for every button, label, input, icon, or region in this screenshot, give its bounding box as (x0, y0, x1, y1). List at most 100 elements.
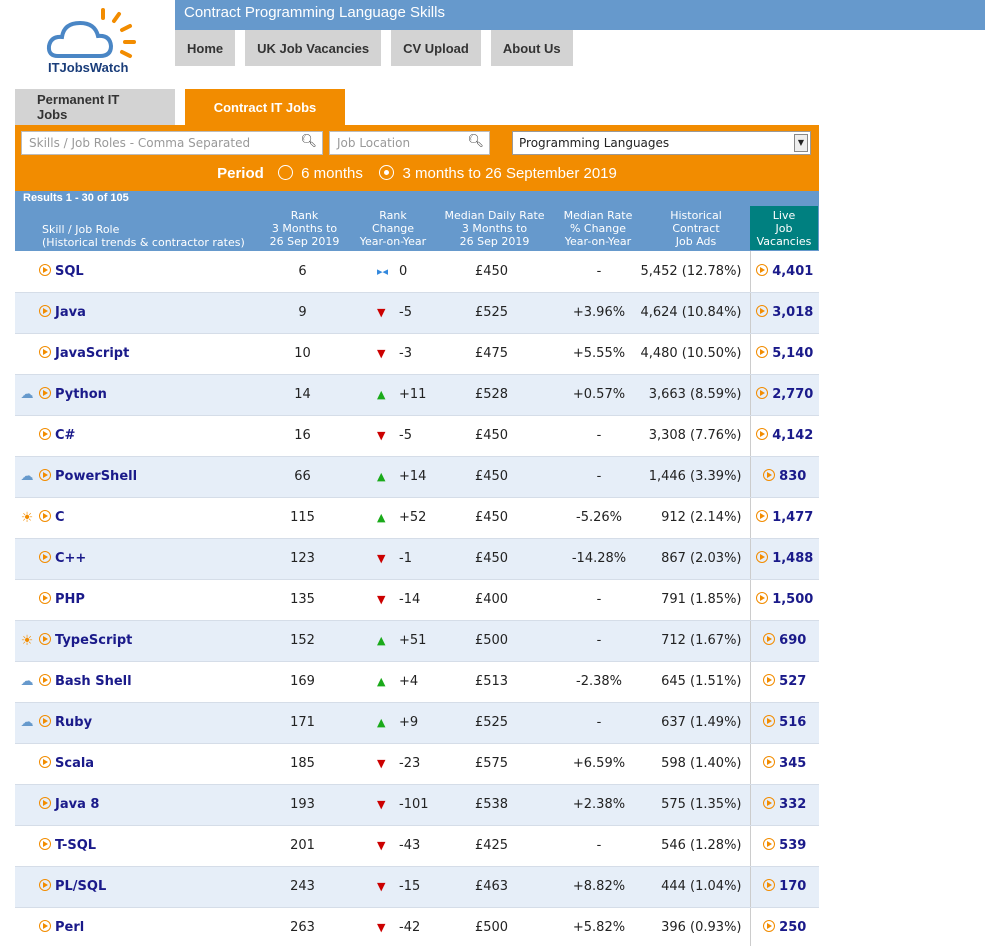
nav-home-button[interactable]: Home (175, 30, 236, 66)
period-3-months-radio[interactable] (379, 165, 395, 180)
live-vacancies-cell[interactable]: 170 (749, 866, 819, 908)
skill-cell[interactable]: SQL (39, 251, 260, 293)
col-header-median-rate[interactable]: Median Daily Rate 3 Months to 26 Sep 201… (438, 209, 551, 248)
play-icon[interactable] (39, 797, 51, 809)
skill-link[interactable]: Python (55, 387, 107, 402)
play-icon[interactable] (39, 428, 51, 440)
skill-link[interactable]: Ruby (55, 715, 92, 730)
category-select[interactable]: Programming Languages ▼ (512, 131, 811, 155)
play-icon[interactable] (756, 387, 769, 399)
live-vacancies-link[interactable]: 4,142 (772, 428, 813, 443)
play-icon[interactable] (39, 592, 51, 604)
live-vacancies-link[interactable]: 830 (779, 469, 806, 484)
skill-cell[interactable]: PHP (39, 579, 260, 621)
play-icon[interactable] (763, 879, 776, 891)
skill-link[interactable]: TypeScript (55, 633, 132, 648)
play-icon[interactable] (39, 346, 51, 358)
live-vacancies-cell[interactable]: 2,770 (749, 374, 819, 416)
live-vacancies-link[interactable]: 250 (779, 920, 806, 935)
play-icon[interactable] (763, 920, 776, 932)
skill-cell[interactable]: C (39, 497, 260, 539)
live-vacancies-link[interactable]: 170 (779, 879, 806, 894)
skill-cell[interactable]: Bash Shell (39, 661, 260, 703)
live-vacancies-link[interactable]: 332 (779, 797, 806, 812)
live-vacancies-cell[interactable]: 1,477 (749, 497, 819, 539)
live-vacancies-link[interactable]: 1,500 (772, 592, 813, 607)
play-icon[interactable] (39, 920, 51, 932)
play-icon[interactable] (39, 263, 51, 276)
skill-link[interactable]: Scala (55, 756, 94, 771)
search-icon[interactable]: 🔍︎ (467, 134, 484, 149)
skill-cell[interactable]: Ruby (39, 702, 260, 744)
play-icon[interactable] (39, 838, 51, 850)
live-vacancies-link[interactable]: 527 (779, 674, 806, 689)
live-vacancies-cell[interactable]: 830 (749, 456, 819, 498)
search-icon[interactable]: 🔍︎ (300, 134, 317, 149)
live-vacancies-cell[interactable]: 1,488 (749, 538, 819, 580)
col-header-median-change[interactable]: Median Rate % Change Year-on-Year (553, 209, 643, 248)
live-vacancies-cell[interactable]: 1,500 (749, 579, 819, 621)
play-icon[interactable] (39, 756, 51, 768)
skill-link[interactable]: SQL (55, 264, 84, 279)
skill-cell[interactable]: TypeScript (39, 620, 260, 662)
skill-link[interactable]: JavaScript (55, 346, 129, 361)
live-vacancies-link[interactable]: 345 (779, 756, 806, 771)
col-header-rank[interactable]: Rank 3 Months to 26 Sep 2019 (262, 209, 347, 248)
skill-cell[interactable]: Perl (39, 907, 260, 946)
skills-input[interactable]: Skills / Job Roles - Comma Separated 🔍︎ (21, 131, 323, 155)
play-icon[interactable] (756, 510, 769, 522)
live-vacancies-cell[interactable]: 527 (749, 661, 819, 703)
play-icon[interactable] (39, 715, 51, 727)
play-icon[interactable] (39, 510, 51, 522)
live-vacancies-cell[interactable]: 345 (749, 743, 819, 785)
live-vacancies-link[interactable]: 1,488 (772, 551, 813, 566)
live-vacancies-link[interactable]: 5,140 (772, 346, 813, 361)
skill-cell[interactable]: JavaScript (39, 333, 260, 375)
play-icon[interactable] (39, 674, 51, 686)
live-vacancies-link[interactable]: 1,477 (772, 510, 813, 525)
col-header-skill[interactable]: Skill / Job Role (Historical trends & co… (42, 223, 245, 249)
nav-about-us-button[interactable]: About Us (490, 30, 573, 66)
nav-uk-job-vacancies-button[interactable]: UK Job Vacancies (245, 30, 382, 66)
play-icon[interactable] (39, 305, 51, 317)
play-icon[interactable] (756, 592, 769, 604)
play-icon[interactable] (756, 263, 769, 276)
skill-cell[interactable]: C++ (39, 538, 260, 580)
live-vacancies-link[interactable]: 3,018 (772, 305, 813, 320)
play-icon[interactable] (39, 469, 51, 481)
live-vacancies-cell[interactable]: 5,140 (749, 333, 819, 375)
skill-cell[interactable]: Scala (39, 743, 260, 785)
play-icon[interactable] (39, 879, 51, 891)
col-header-live-vacancies[interactable]: Live Job Vacancies (750, 206, 818, 250)
play-icon[interactable] (763, 674, 776, 686)
col-header-rank-change[interactable]: Rank Change Year-on-Year (348, 209, 438, 248)
play-icon[interactable] (39, 633, 51, 645)
live-vacancies-cell[interactable]: 250 (749, 907, 819, 946)
skill-cell[interactable]: C# (39, 415, 260, 457)
play-icon[interactable] (756, 551, 769, 563)
live-vacancies-cell[interactable]: 4,401 (749, 251, 819, 293)
skill-cell[interactable]: PL/SQL (39, 866, 260, 908)
live-vacancies-link[interactable]: 690 (779, 633, 806, 648)
play-icon[interactable] (763, 633, 776, 645)
play-icon[interactable] (756, 428, 769, 440)
skill-link[interactable]: C# (55, 428, 75, 443)
live-vacancies-link[interactable]: 539 (779, 838, 806, 853)
play-icon[interactable] (756, 346, 769, 358)
period-6-months-radio[interactable] (277, 165, 293, 180)
skill-cell[interactable]: Java (39, 292, 260, 334)
tab-permanent-it-jobs[interactable]: Permanent IT Jobs (15, 89, 175, 125)
skill-cell[interactable]: T-SQL (39, 825, 260, 867)
live-vacancies-cell[interactable]: 516 (749, 702, 819, 744)
play-icon[interactable] (763, 838, 776, 850)
skill-link[interactable]: Java (55, 305, 86, 320)
period-6-months-label[interactable]: 6 months (301, 165, 363, 182)
skill-link[interactable]: PL/SQL (55, 879, 106, 894)
skill-link[interactable]: C (55, 510, 65, 525)
skill-cell[interactable]: PowerShell (39, 456, 260, 498)
skill-link[interactable]: PHP (55, 592, 85, 607)
skill-link[interactable]: T-SQL (55, 838, 96, 853)
play-icon[interactable] (756, 305, 769, 317)
play-icon[interactable] (39, 551, 51, 563)
live-vacancies-link[interactable]: 4,401 (772, 264, 813, 279)
